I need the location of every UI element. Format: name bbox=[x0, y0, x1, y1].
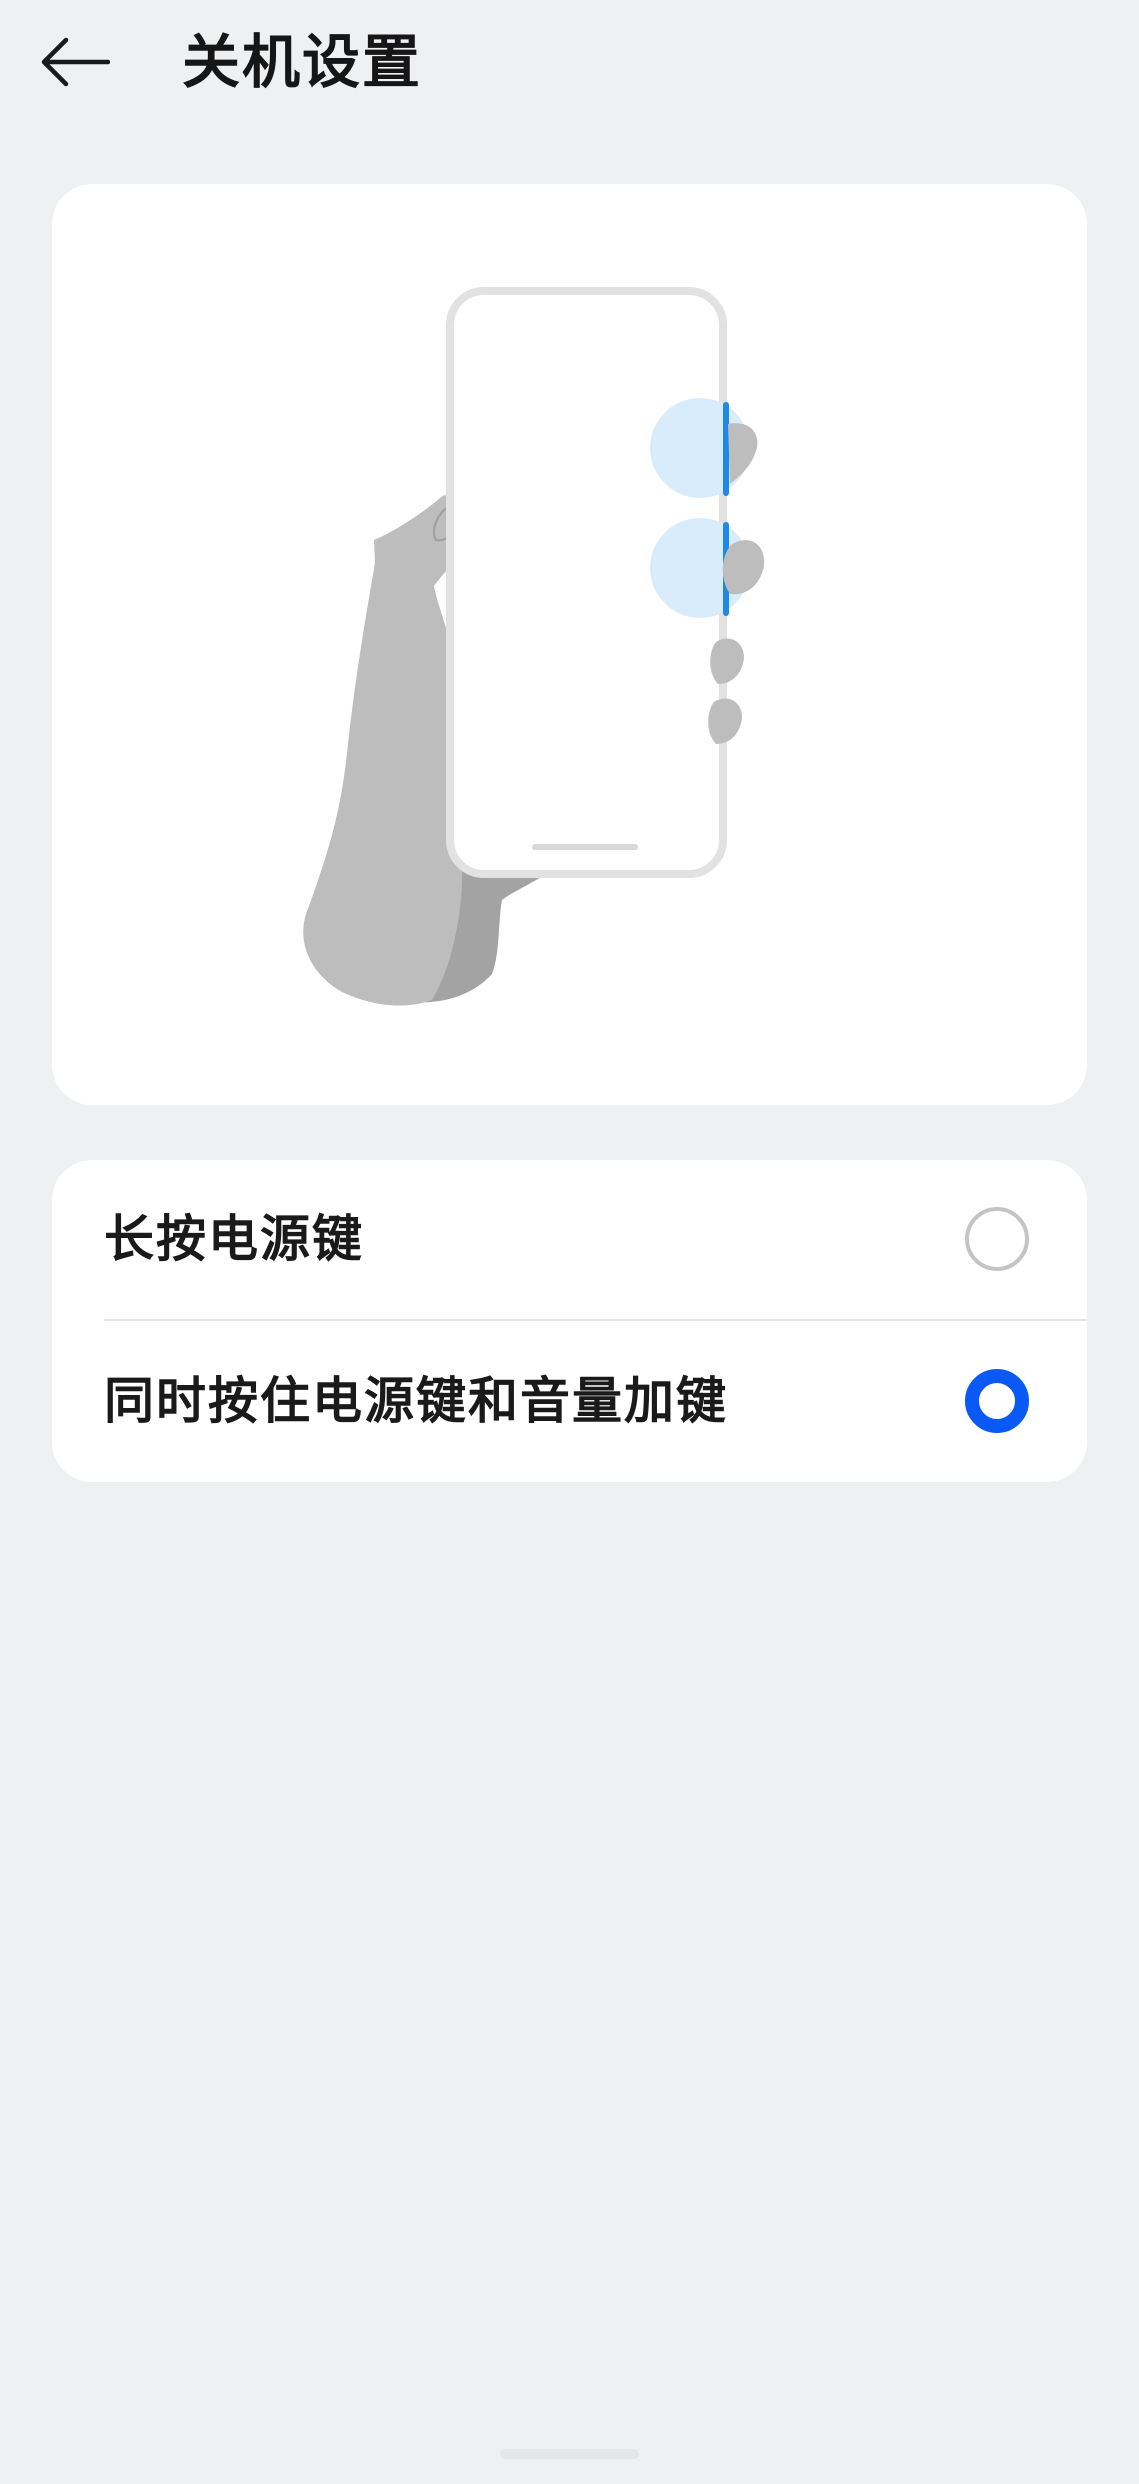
hand-holding-phone-illustration bbox=[303, 287, 765, 1006]
finger-2 bbox=[722, 540, 765, 595]
home-indicator bbox=[500, 2449, 639, 2459]
finger-3 bbox=[710, 638, 744, 684]
page-title: 关机设置 bbox=[182, 28, 423, 96]
radio-button-unselected[interactable] bbox=[965, 1207, 1029, 1271]
arrow-left-icon bbox=[41, 37, 110, 87]
phone-home-bar bbox=[532, 844, 638, 850]
option-long-press-power[interactable]: 长按电源键 bbox=[52, 1160, 1087, 1318]
top-bar: 关机设置 bbox=[0, 0, 1139, 130]
finger-4 bbox=[708, 698, 742, 744]
shutdown-options-card: 长按电源键 同时按住电源键和音量加键 bbox=[52, 1160, 1087, 1482]
radio-button-selected[interactable] bbox=[965, 1369, 1029, 1433]
option-label: 同时按住电源键和音量加键 bbox=[104, 1372, 728, 1430]
option-power-and-volume-up[interactable]: 同时按住电源键和音量加键 bbox=[52, 1322, 1087, 1480]
divider bbox=[104, 1319, 1087, 1321]
back-button[interactable] bbox=[38, 20, 138, 104]
finger-1 bbox=[728, 423, 758, 484]
illustration-card bbox=[52, 184, 1087, 1105]
option-label: 长按电源键 bbox=[104, 1210, 364, 1268]
volume-up-button bbox=[723, 402, 729, 496]
